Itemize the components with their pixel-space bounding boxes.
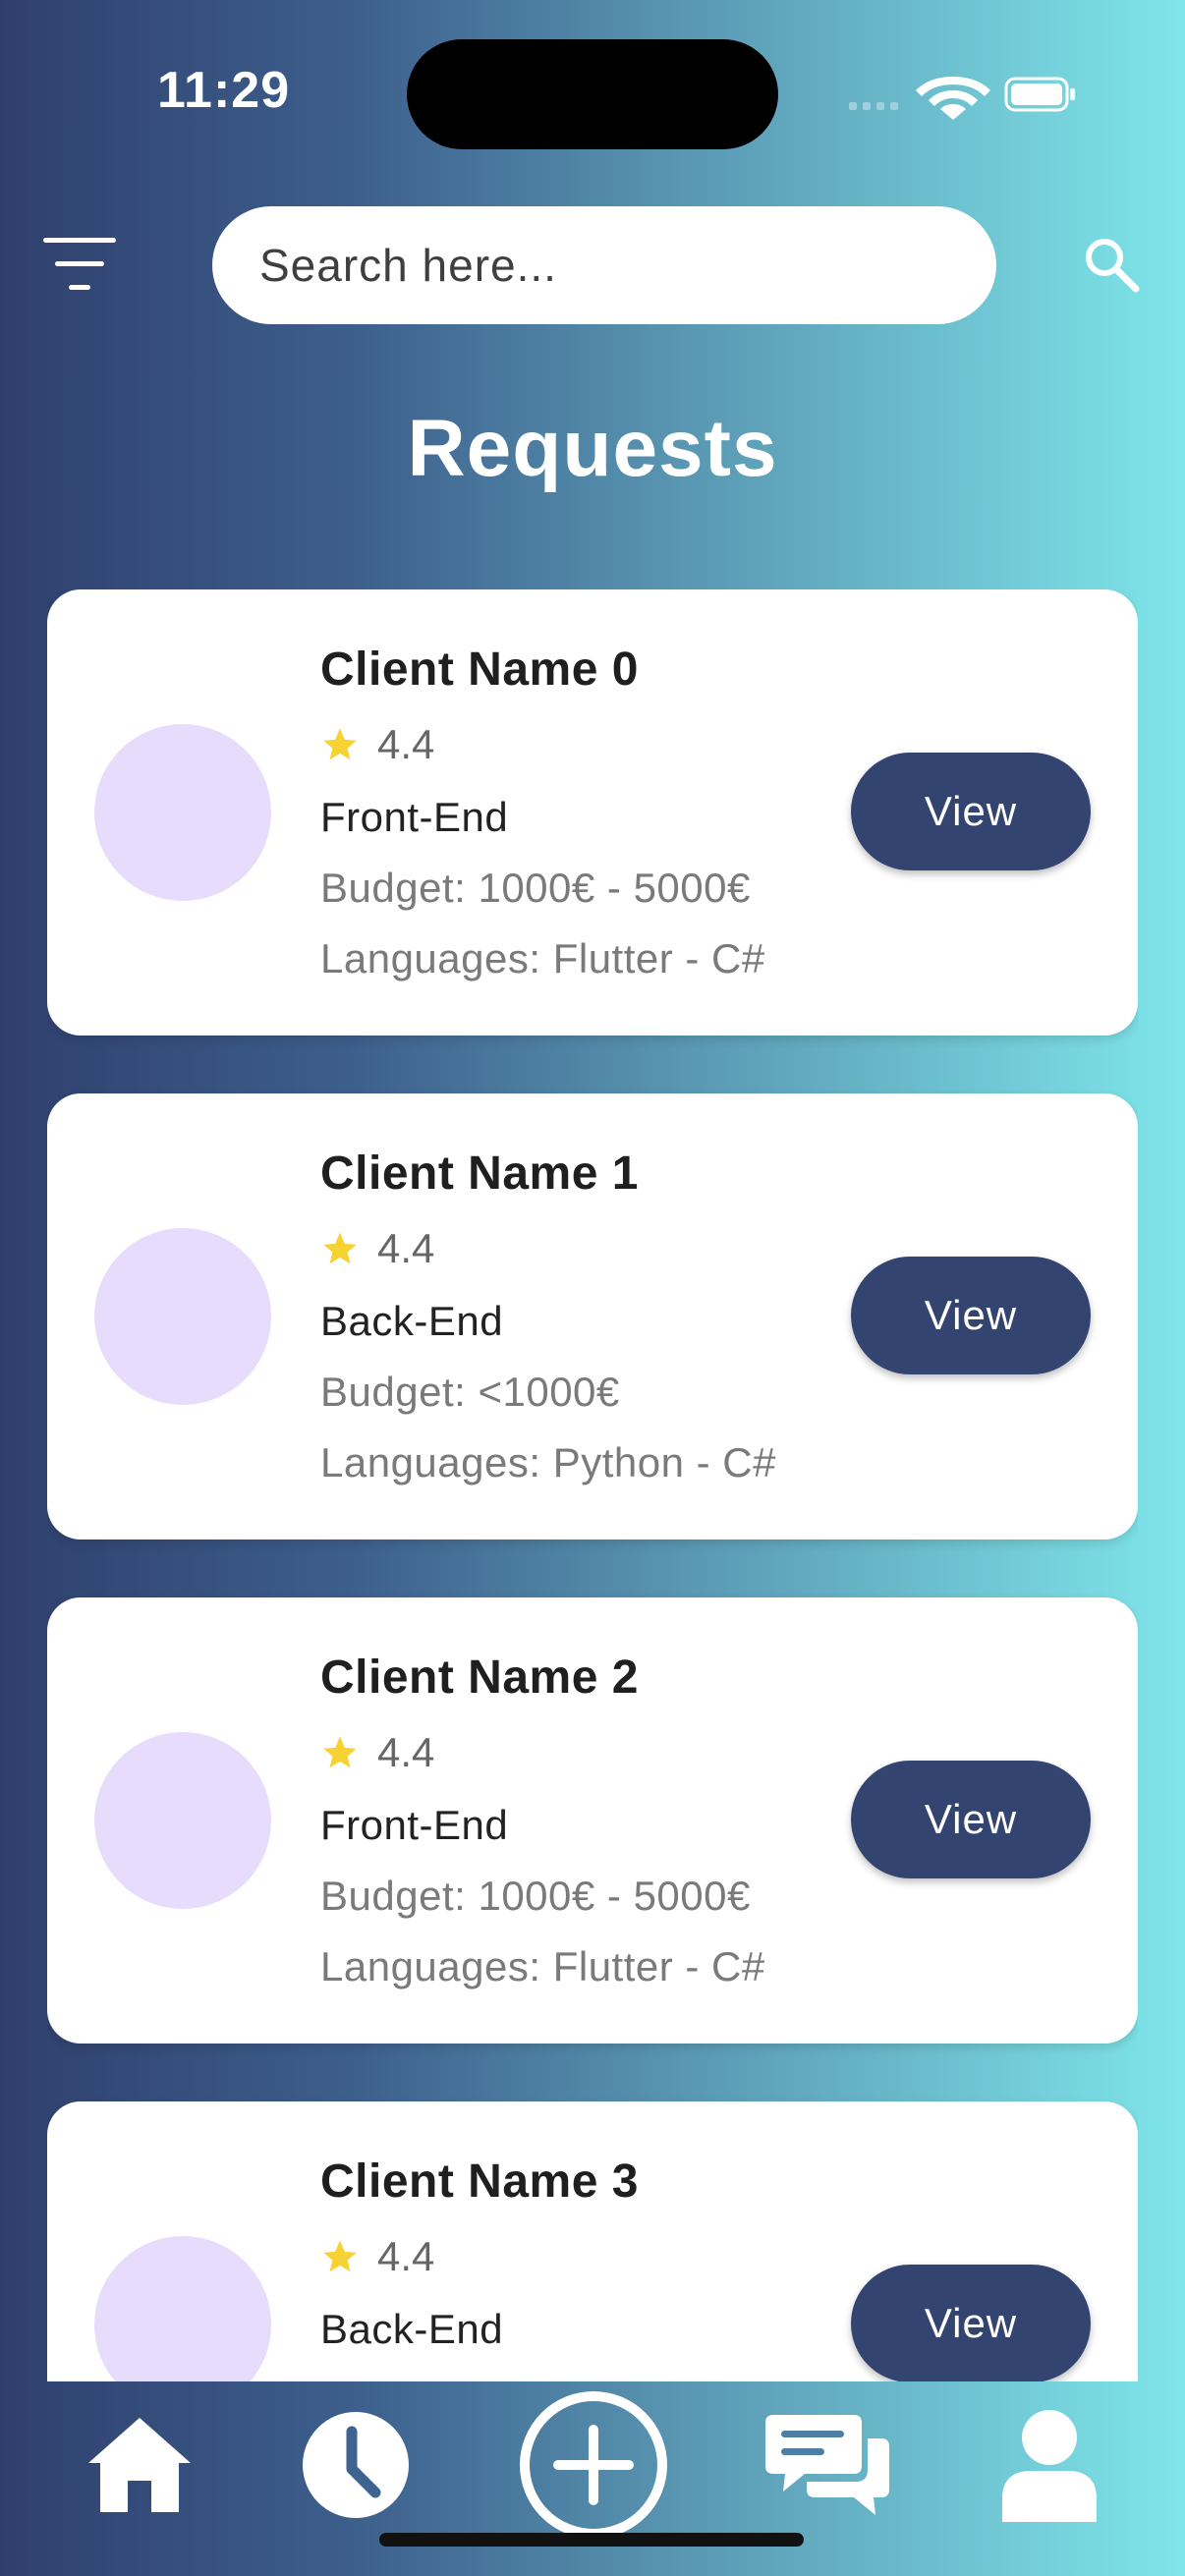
languages-label: Languages: Python - C# — [320, 1439, 776, 1485]
wifi-icon — [916, 77, 990, 120]
rating-row: 4.4 — [320, 1225, 434, 1272]
search-button[interactable] — [1081, 234, 1144, 297]
nav-add[interactable] — [517, 2391, 670, 2539]
avatar — [94, 1228, 271, 1405]
rating-row: 4.4 — [320, 721, 434, 768]
view-button[interactable]: View — [851, 2265, 1091, 2381]
languages-label: Languages: Flutter - C# — [320, 935, 765, 981]
profile-icon — [1002, 2410, 1097, 2522]
nav-profile[interactable] — [992, 2391, 1106, 2539]
request-card[interactable]: Client Name 0 4.4 Front-End Budget: 1000… — [47, 589, 1138, 1036]
view-button[interactable]: View — [851, 753, 1091, 870]
status-time: 11:29 — [157, 62, 291, 119]
request-card[interactable]: Client Name 3 4.4 Back-End View — [47, 2101, 1138, 2381]
status-bar: 11:29 — [0, 0, 1185, 187]
request-card[interactable]: Client Name 1 4.4 Back-End Budget: <1000… — [47, 1093, 1138, 1540]
star-icon — [323, 2240, 357, 2272]
client-name: Client Name 3 — [320, 2156, 639, 2208]
rating-value: 4.4 — [377, 2233, 435, 2279]
home-indicator[interactable] — [379, 2533, 804, 2547]
rating-row: 4.4 — [320, 2233, 434, 2280]
star-icon — [323, 1736, 357, 1768]
filter-icon — [43, 238, 116, 290]
role-label: Front-End — [320, 794, 509, 840]
status-icons — [845, 67, 1081, 120]
client-name: Client Name 0 — [320, 644, 639, 696]
rating-row: 4.4 — [320, 1729, 434, 1776]
role-label: Back-End — [320, 2306, 504, 2352]
budget-label: Budget: 1000€ - 5000€ — [320, 865, 751, 911]
languages-label: Languages: Flutter - C# — [320, 1943, 765, 1989]
search-icon — [1086, 239, 1140, 293]
nav-home[interactable] — [81, 2391, 198, 2539]
request-card[interactable]: Client Name 2 4.4 Front-End Budget: 1000… — [47, 1597, 1138, 2044]
requests-list[interactable]: Client Name 0 4.4 Front-End Budget: 1000… — [47, 589, 1138, 2381]
budget-label: Budget: 1000€ - 5000€ — [320, 1873, 751, 1919]
avatar — [94, 724, 271, 901]
star-icon — [323, 728, 357, 760]
battery-icon — [1004, 77, 1075, 112]
avatar — [94, 1732, 271, 1909]
add-circle-icon — [520, 2391, 667, 2539]
avatar — [94, 2236, 271, 2381]
star-icon — [323, 1232, 357, 1264]
cellular-signal-icon — [849, 102, 898, 110]
rating-value: 4.4 — [377, 721, 435, 767]
role-label: Back-End — [320, 1298, 504, 1344]
view-button[interactable]: View — [851, 1761, 1091, 1878]
search-bar[interactable] — [212, 206, 996, 324]
rating-value: 4.4 — [377, 1225, 435, 1271]
chat-icon — [765, 2415, 889, 2515]
view-button[interactable]: View — [851, 1257, 1091, 1374]
budget-label: Budget: <1000€ — [320, 1369, 620, 1415]
filter-button[interactable] — [41, 234, 122, 295]
bottom-nav — [0, 2381, 1185, 2576]
search-input[interactable] — [257, 238, 996, 293]
rating-value: 4.4 — [377, 1729, 435, 1775]
client-name: Client Name 2 — [320, 1652, 639, 1704]
role-label: Front-End — [320, 1802, 509, 1848]
home-icon — [88, 2418, 191, 2512]
page-title: Requests — [407, 404, 778, 493]
dynamic-island — [407, 39, 778, 149]
clock-icon — [303, 2412, 409, 2518]
nav-history[interactable] — [297, 2391, 415, 2539]
client-name: Client Name 1 — [320, 1148, 639, 1200]
nav-messages[interactable] — [764, 2391, 890, 2539]
